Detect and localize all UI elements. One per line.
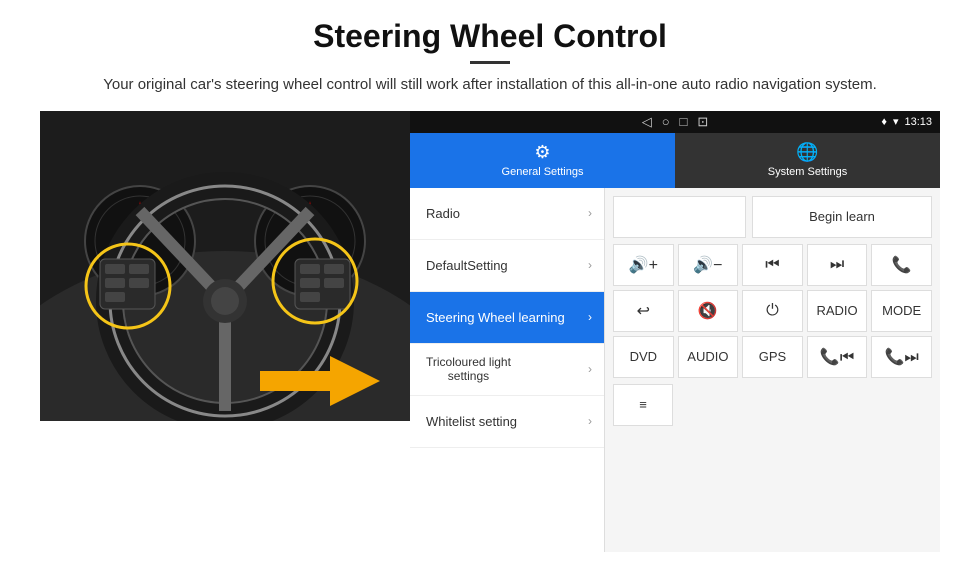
steering-chevron-icon: › xyxy=(588,310,592,324)
general-settings-icon: ⚙ xyxy=(534,142,550,163)
menu-radio-label: Radio xyxy=(426,206,460,221)
dvd-button[interactable]: DVD xyxy=(613,336,674,378)
recent-icon: □ xyxy=(680,114,688,129)
mute-button[interactable]: 🔇 xyxy=(678,290,739,332)
steering-wheel-image xyxy=(40,111,410,421)
tab-general[interactable]: ⚙ General Settings xyxy=(410,133,675,188)
next-track-button[interactable]: ⏭ xyxy=(807,244,868,286)
phone-button[interactable]: 📞 xyxy=(871,244,932,286)
radio-button[interactable]: RADIO xyxy=(807,290,868,332)
menu-item-radio[interactable]: Radio › xyxy=(410,188,604,240)
tab-system[interactable]: 🌐 System Settings xyxy=(675,133,940,188)
control-grid: 🔊+ 🔊− ⏮ ⏭ 📞 ↩ 🔇 ⏻ RADIO MODE xyxy=(613,244,932,378)
subtitle: Your original car's steering wheel contr… xyxy=(103,74,877,97)
status-bar: ◁ ○ □ ⊡ ♦ ▾ 13:13 xyxy=(410,111,940,133)
phone-prev-button[interactable]: 📞⏮ xyxy=(807,336,868,378)
menu-whitelist-label: Whitelist setting xyxy=(426,414,517,429)
begin-learn-button[interactable]: Begin learn xyxy=(752,196,932,238)
vol-up-button[interactable]: 🔊+ xyxy=(613,244,674,286)
audio-button[interactable]: AUDIO xyxy=(678,336,739,378)
tab-system-label: System Settings xyxy=(768,166,847,178)
gps-button[interactable]: GPS xyxy=(742,336,803,378)
back-icon: ◁ xyxy=(642,114,652,130)
left-menu: Radio › DefaultSetting › Steering Wheel … xyxy=(410,188,605,553)
content-row: ◁ ○ □ ⊡ ♦ ▾ 13:13 ⚙ General Settings 🌐 S… xyxy=(40,111,940,553)
main-area: Radio › DefaultSetting › Steering Wheel … xyxy=(410,188,940,553)
menu-tricoloured-label: Tricoloured lightsettings xyxy=(426,355,511,383)
radio-chevron-icon: › xyxy=(588,206,592,220)
right-panel: Begin learn 🔊+ 🔊− ⏮ ⏭ 📞 xyxy=(605,188,940,553)
nav-icons: ◁ ○ □ ⊡ xyxy=(410,111,940,133)
back-call-button[interactable]: ↩ xyxy=(613,290,674,332)
begin-learn-row: Begin learn xyxy=(613,196,932,238)
top-tabs: ⚙ General Settings 🌐 System Settings xyxy=(410,133,940,188)
ctrl-row-2: ↩ 🔇 ⏻ RADIO MODE xyxy=(613,290,932,332)
menu-item-steering[interactable]: Steering Wheel learning › xyxy=(410,292,604,344)
title-divider xyxy=(470,61,510,64)
tab-general-label: General Settings xyxy=(502,166,584,178)
system-settings-icon: 🌐 xyxy=(796,142,818,163)
prev-track-button[interactable]: ⏮ xyxy=(742,244,803,286)
power-button[interactable]: ⏻ xyxy=(742,290,803,332)
learn-input[interactable] xyxy=(613,196,746,238)
phone-next-button[interactable]: 📞⏭ xyxy=(871,336,932,378)
tablet-ui: ◁ ○ □ ⊡ ♦ ▾ 13:13 ⚙ General Settings 🌐 S… xyxy=(410,111,940,553)
menu-defaultsetting-label: DefaultSetting xyxy=(426,258,508,273)
list-icon-button[interactable]: ≡ xyxy=(613,384,673,426)
menu-item-tricoloured[interactable]: Tricoloured lightsettings › xyxy=(410,344,604,396)
whitelist-chevron-icon: › xyxy=(588,414,592,428)
menu-item-whitelist[interactable]: Whitelist setting › xyxy=(410,396,604,448)
menu-steering-label: Steering Wheel learning xyxy=(426,310,565,325)
vol-down-button[interactable]: 🔊− xyxy=(678,244,739,286)
begin-learn-label: Begin learn xyxy=(809,209,875,224)
menu-icon: ⊡ xyxy=(697,114,708,130)
bottom-icon-row: ≡ xyxy=(613,384,932,426)
home-icon: ○ xyxy=(662,114,670,129)
page-title: Steering Wheel Control xyxy=(313,18,667,55)
defaultsetting-chevron-icon: › xyxy=(588,258,592,272)
ctrl-row-1: 🔊+ 🔊− ⏮ ⏭ 📞 xyxy=(613,244,932,286)
tricoloured-chevron-icon: › xyxy=(588,362,592,376)
ctrl-row-3: DVD AUDIO GPS 📞⏮ 📞⏭ xyxy=(613,336,932,378)
mode-button[interactable]: MODE xyxy=(871,290,932,332)
menu-item-defaultsetting[interactable]: DefaultSetting › xyxy=(410,240,604,292)
